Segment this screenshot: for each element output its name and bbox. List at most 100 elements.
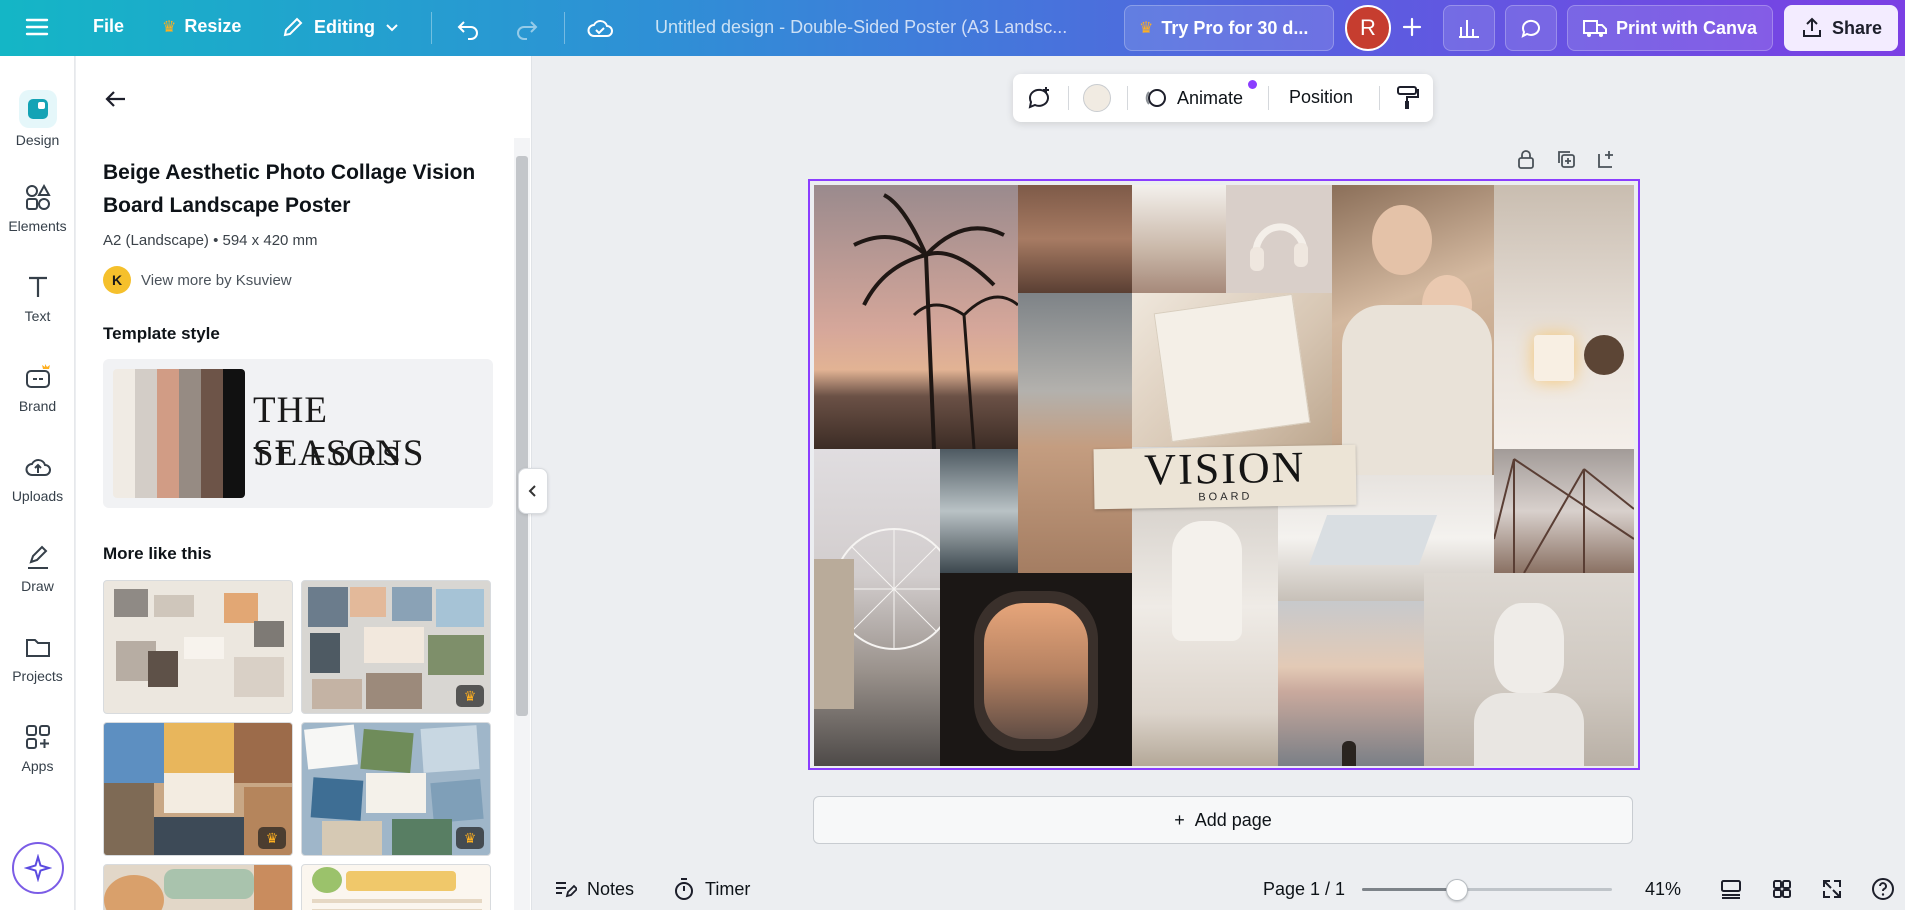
photo-bridge[interactable]: [1494, 449, 1634, 573]
photo-building-brick[interactable]: [1018, 185, 1132, 293]
template-style-card[interactable]: THE SEASONS TT FORS: [103, 359, 493, 508]
paint-roller-icon[interactable]: [1395, 84, 1421, 117]
design-icon: [18, 90, 57, 128]
vision-board-poster: VISION BOARD: [814, 185, 1634, 766]
rail-item-draw[interactable]: Draw: [0, 542, 75, 594]
grid-view-icon[interactable]: [1771, 868, 1793, 910]
background-color-swatch[interactable]: [1083, 84, 1111, 112]
document-title[interactable]: Untitled design - Double-Sided Poster (A…: [655, 17, 1067, 38]
notes-button[interactable]: Notes: [553, 868, 634, 910]
zoom-slider-handle[interactable]: [1446, 879, 1468, 901]
print-with-canva-button[interactable]: Print with Canva: [1567, 5, 1773, 51]
template-title: Beige Aesthetic Photo Collage Vision Boa…: [103, 161, 476, 217]
design-page-selected[interactable]: VISION BOARD: [808, 179, 1640, 770]
editing-mode-dropdown[interactable]: Editing: [280, 14, 401, 40]
photo-sea-sunset[interactable]: [1278, 601, 1424, 766]
photo-airplane-window[interactable]: [940, 573, 1132, 766]
vision-title: VISION: [1143, 442, 1306, 495]
pencil-icon: [283, 17, 303, 37]
add-comment-icon[interactable]: [1025, 84, 1053, 117]
draw-pen-icon: [27, 545, 48, 569]
template-thumbnail[interactable]: ♛: [103, 722, 293, 856]
template-size: A2 (Landscape) • 594 x 420 mm: [103, 232, 318, 249]
magic-sparkle-button[interactable]: [12, 842, 64, 894]
back-arrow-icon[interactable]: [103, 86, 129, 119]
position-button[interactable]: Position: [1289, 87, 1353, 108]
author-avatar: K: [103, 266, 131, 294]
print-label: Print with Canva: [1616, 17, 1758, 38]
template-thumbnail[interactable]: [103, 864, 293, 910]
page-view-icon[interactable]: [1719, 868, 1743, 910]
photo-ferris-wheel-street[interactable]: [814, 449, 940, 766]
color-swatch: [201, 369, 223, 498]
file-menu-button[interactable]: File: [93, 16, 124, 37]
rail-label: Apps: [21, 758, 54, 774]
context-toolbar: Animate Position: [1013, 74, 1433, 122]
animate-button[interactable]: Animate: [1143, 86, 1243, 110]
panel-scroll-thumb[interactable]: [516, 156, 528, 716]
resize-button[interactable]: ♛ Resize: [162, 16, 241, 37]
comments-button[interactable]: [1505, 5, 1557, 51]
rail-item-design[interactable]: Design: [0, 90, 75, 148]
editing-label: Editing: [314, 16, 375, 37]
photo-headphones[interactable]: [1226, 185, 1332, 293]
rail-item-uploads[interactable]: Uploads: [0, 452, 75, 504]
timer-button[interactable]: Timer: [673, 868, 750, 910]
template-thumbnail[interactable]: [301, 864, 491, 910]
bar-chart-icon: [1459, 20, 1479, 38]
rail-item-text[interactable]: Text: [0, 272, 75, 324]
template-thumbnail[interactable]: ♛: [301, 722, 491, 856]
resize-label: Resize: [184, 16, 242, 36]
add-collaborator-icon[interactable]: [1399, 14, 1425, 40]
insights-button[interactable]: [1443, 5, 1495, 51]
crown-icon: ♛: [258, 827, 286, 849]
author-link[interactable]: K View more by Ksuview: [103, 266, 292, 294]
truck-icon: [1583, 20, 1607, 37]
template-details-panel: Beige Aesthetic Photo Collage Vision Boa…: [76, 56, 532, 910]
photo-desert-dunes[interactable]: [1018, 293, 1132, 573]
add-page-label: Add page: [1194, 809, 1272, 830]
photo-meditation[interactable]: [1132, 501, 1278, 766]
lock-icon[interactable]: [1515, 148, 1537, 175]
photo-architecture[interactable]: [1132, 185, 1226, 293]
undo-icon[interactable]: [454, 14, 482, 42]
add-page-button[interactable]: + Add page: [813, 796, 1633, 844]
photo-statue-flowers[interactable]: [1424, 573, 1634, 766]
new-feature-dot: [1248, 80, 1257, 89]
photo-candle[interactable]: [1494, 185, 1634, 449]
rail-item-apps[interactable]: Apps: [0, 722, 75, 774]
rail-label: Elements: [8, 218, 67, 234]
photo-palm-beach[interactable]: [814, 185, 1018, 449]
photo-ocean-waves[interactable]: [940, 449, 1018, 573]
zoom-slider-fill: [1362, 888, 1456, 891]
crown-icon: ♛: [456, 685, 484, 707]
photo-writing-book[interactable]: [1132, 293, 1332, 447]
vision-board-title-label[interactable]: VISION BOARD: [1093, 442, 1357, 510]
rail-item-brand[interactable]: Brand: [0, 362, 75, 414]
shapes-icon: [25, 183, 51, 210]
template-style-heading: Template style: [103, 324, 220, 343]
photo-family-hug[interactable]: [1332, 185, 1494, 475]
user-avatar[interactable]: R: [1345, 5, 1391, 51]
menu-icon[interactable]: [24, 14, 50, 40]
zoom-level[interactable]: 41%: [1645, 868, 1681, 910]
duplicate-page-icon[interactable]: [1555, 148, 1577, 175]
cloud-saved-icon[interactable]: [585, 14, 615, 42]
color-swatch: [157, 369, 179, 498]
animate-label: Animate: [1177, 87, 1244, 108]
template-thumbnail[interactable]: ♛: [301, 580, 491, 714]
collapse-panel-button[interactable]: [518, 468, 548, 514]
template-thumbnail[interactable]: [103, 580, 293, 714]
crown-icon: ♛: [456, 827, 484, 849]
fullscreen-icon[interactable]: [1821, 868, 1843, 910]
chevron-down-icon: [386, 24, 398, 32]
redo-icon[interactable]: [513, 14, 541, 42]
try-pro-button[interactable]: ♛ Try Pro for 30 d...: [1124, 5, 1334, 51]
page-indicator[interactable]: Page 1 / 1: [1263, 868, 1345, 910]
help-icon[interactable]: [1871, 868, 1895, 910]
add-page-icon[interactable]: [1595, 148, 1617, 175]
share-button[interactable]: Share: [1784, 5, 1899, 51]
rail-item-elements[interactable]: Elements: [0, 182, 75, 234]
cloud-upload-icon: [25, 459, 51, 476]
rail-item-projects[interactable]: Projects: [0, 632, 75, 684]
